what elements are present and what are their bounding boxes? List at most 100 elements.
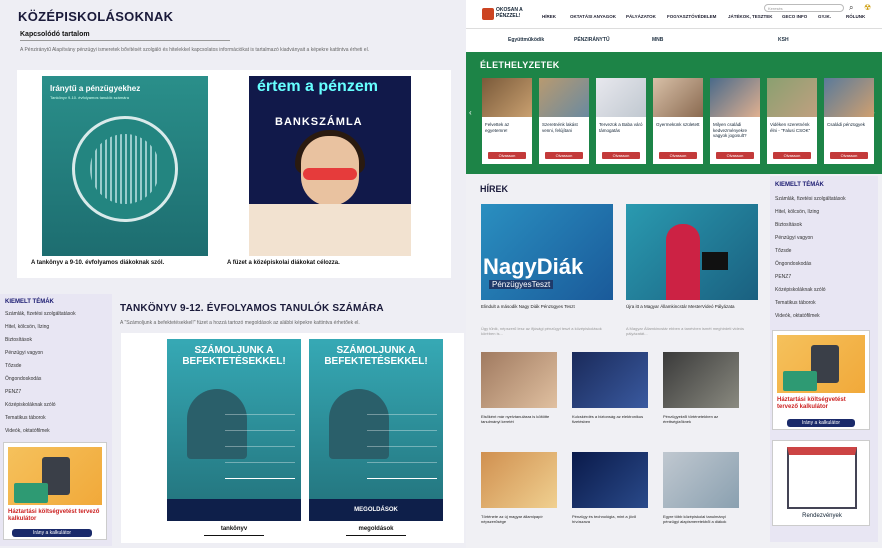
textbook-cover[interactable]: SZÁMOLJUNK A BEFEKTETÉSEKKEL! bbox=[167, 339, 301, 521]
solutions-cover[interactable]: SZÁMOLJUNK A BEFEKTETÉSEKKEL! MEGOLDÁSOK bbox=[309, 339, 443, 521]
person-image bbox=[666, 224, 700, 300]
news-title: HÍREK bbox=[480, 184, 509, 194]
calculator-banner[interactable]: Háztartási költségvetést tervező kalkulá… bbox=[772, 330, 870, 430]
card-text: Milyen családi kedvezményekre vagyok jog… bbox=[713, 122, 748, 138]
compass-pattern bbox=[90, 134, 160, 204]
nav-about[interactable]: RÓLUNK bbox=[846, 14, 865, 19]
sidebar-item[interactable]: Tematikus táborok bbox=[5, 415, 46, 421]
news-image[interactable] bbox=[663, 452, 739, 508]
book-iranytu-cover[interactable]: Iránytű a pénzügyekhez Tankönyv 9-10. év… bbox=[42, 76, 208, 256]
sidebar-item[interactable]: PENZ7 bbox=[775, 274, 791, 280]
accessibility-icon[interactable]: ☢ bbox=[864, 3, 871, 12]
life-card[interactable]: Vidéken szeretnénk élni - "Falusi CSOK" … bbox=[767, 78, 817, 164]
card-button[interactable]: Olvasson bbox=[830, 152, 868, 159]
sidebar-item[interactable]: Számlák, fizetési szolgáltatások bbox=[5, 311, 76, 317]
sidebar-item[interactable]: PENZ7 bbox=[5, 389, 21, 395]
card-button[interactable]: Olvasson bbox=[716, 152, 754, 159]
calculator-button[interactable]: Irány a kalkulátor bbox=[787, 419, 855, 427]
calculator-title: Háztartási költségvetést tervező kalkulá… bbox=[777, 397, 846, 410]
sidebar-item[interactable]: Biztosítások bbox=[5, 337, 32, 343]
partner-logo[interactable]: KSH bbox=[778, 37, 789, 43]
nav-consumer[interactable]: FOGYASZTÓVÉDELEM bbox=[667, 14, 716, 19]
card-button[interactable]: Olvasson bbox=[488, 152, 526, 159]
calculator-image bbox=[8, 447, 102, 505]
news-headline[interactable]: Pénzügy és technológia, mint a jövő hívó… bbox=[572, 514, 648, 524]
news-image[interactable] bbox=[626, 204, 758, 300]
nav-education[interactable]: OKTATÁSI ANYAGOK bbox=[570, 14, 616, 19]
life-card[interactable]: Családi pénzügyek Olvasson bbox=[824, 78, 874, 164]
card-image bbox=[767, 78, 817, 117]
card-image bbox=[653, 78, 703, 117]
book-gallery: Iránytű a pénzügyekhez Tankönyv 9-10. év… bbox=[17, 70, 451, 278]
card-button[interactable]: Olvasson bbox=[773, 152, 811, 159]
life-card[interactable]: Tervezük a Baba váró támogatás Olvasson bbox=[596, 78, 646, 164]
sunglasses-icon bbox=[303, 168, 357, 180]
sidebar-item[interactable]: Öngondoskodás bbox=[775, 261, 811, 267]
card-button[interactable]: Olvasson bbox=[602, 152, 640, 159]
nav-games[interactable]: JÁTÉKOK, TESZTEK bbox=[728, 14, 773, 19]
card-text: Felvettek az egyetemre! bbox=[485, 122, 510, 133]
life-card[interactable]: Gyermekünk született Olvasson bbox=[653, 78, 703, 164]
textbook-title: SZÁMOLJUNK A BEFEKTETÉSEKKEL! bbox=[182, 345, 286, 367]
news-image[interactable] bbox=[481, 452, 557, 508]
life-title: ÉLETHELYZETEK bbox=[480, 60, 560, 70]
sidebar-title: KIEMELT TÉMÁK bbox=[5, 299, 54, 305]
news-image[interactable] bbox=[481, 352, 557, 408]
solutions-link[interactable]: megoldások bbox=[309, 526, 443, 532]
site-logo[interactable]: OKOSAN A PÉNZZEL! bbox=[482, 6, 526, 22]
events-banner[interactable]: Rendezvények bbox=[772, 440, 870, 526]
news-overlay: NagyDiák bbox=[483, 254, 584, 279]
news-headline[interactable]: Története az új magyar államipapír népsz… bbox=[481, 514, 557, 524]
partner-logo[interactable]: PÉNZIRÁNYTŰ bbox=[574, 37, 610, 43]
news-headline[interactable]: Elsőként már nyelvtanulásra is költötte … bbox=[481, 414, 557, 424]
life-card[interactable]: Szeretnénk lakást venni, felújítani Olva… bbox=[539, 78, 589, 164]
card-image bbox=[482, 78, 532, 117]
news-overlay-sub: PénzügyesTeszt bbox=[489, 280, 554, 289]
chart-graphic bbox=[367, 399, 437, 479]
book-ertem-cover[interactable]: értem a pénzem BANKSZÁMLA bbox=[249, 76, 411, 256]
partner-logo[interactable]: MNB bbox=[652, 37, 663, 43]
sidebar-item[interactable]: Öngondoskodás bbox=[5, 376, 41, 382]
sidebar-item[interactable]: Számlák, fizetési szolgáltatások bbox=[775, 196, 846, 202]
nav-faq[interactable]: GY.IK. bbox=[818, 14, 831, 19]
news-headline[interactable]: Kulcskérdés a biztonság az elektronikus … bbox=[572, 414, 648, 424]
news-headline[interactable]: Egyre több középiskolai tanulmányi pénzü… bbox=[663, 514, 739, 524]
nav-tenders[interactable]: PÁLYÁZATOK bbox=[626, 14, 656, 19]
sidebar-item[interactable]: Videók, oktatófilmek bbox=[5, 428, 50, 434]
search-icon[interactable]: ⌕ bbox=[849, 3, 853, 13]
card-button[interactable]: Olvasson bbox=[545, 152, 583, 159]
news-headline[interactable]: Újra itt a Magyar Államkincstár MesterVi… bbox=[626, 304, 758, 309]
news-headline[interactable]: Elindult a második Nagy Diák Pénzügyes T… bbox=[481, 304, 613, 309]
sidebar-item[interactable]: Pénzügyi vagyon bbox=[775, 235, 813, 241]
textbook-link[interactable]: tankönyv bbox=[167, 526, 301, 532]
calculator-banner[interactable]: Háztartási költségvetést tervező kalkulá… bbox=[3, 442, 107, 540]
sidebar-item[interactable]: Biztosítások bbox=[775, 222, 802, 228]
sidebar-item[interactable]: Hitel, kölcsön, lízing bbox=[5, 324, 49, 330]
news-image[interactable] bbox=[572, 352, 648, 408]
sidebar-item[interactable]: Középiskoláknak szóló bbox=[775, 287, 826, 293]
card-text: Szeretnénk lakást venni, felújítani bbox=[542, 122, 578, 133]
search-input[interactable]: Keresés bbox=[764, 4, 844, 12]
nav-geco[interactable]: GECO INFO bbox=[782, 14, 807, 19]
sidebar-item[interactable]: Tematikus táborok bbox=[775, 300, 816, 306]
news-image[interactable] bbox=[572, 452, 648, 508]
chevron-left-icon[interactable]: ‹ bbox=[469, 108, 472, 117]
news-image[interactable] bbox=[663, 352, 739, 408]
life-card[interactable]: Milyen családi kedvezményekre vagyok jog… bbox=[710, 78, 760, 164]
intro-text: A Pénziránytű Alapítvány pénzügyi ismere… bbox=[20, 47, 370, 53]
card-button[interactable]: Olvasson bbox=[659, 152, 697, 159]
sidebar-item[interactable]: Hitel, kölcsön, lízing bbox=[775, 209, 819, 215]
sidebar-item[interactable]: Pénzügyi vagyon bbox=[5, 350, 43, 356]
partner-logo[interactable]: Együttműködik bbox=[508, 37, 544, 43]
sidebar-item[interactable]: Középiskoláknak szóló bbox=[5, 402, 56, 408]
sidebar-item[interactable]: Videók, oktatófilmek bbox=[775, 313, 820, 319]
life-card[interactable]: Felvettek az egyetemre! Olvasson bbox=[482, 78, 532, 164]
cover-footer bbox=[167, 499, 301, 521]
news-headline[interactable]: Pénzügyekről történetekben az érettségiz… bbox=[663, 414, 739, 424]
sidebar-item[interactable]: Tőzsde bbox=[5, 363, 21, 369]
news-image[interactable]: NagyDiák PénzügyesTeszt bbox=[481, 204, 613, 300]
nav-news[interactable]: HÍREK bbox=[542, 14, 556, 19]
sidebar-item[interactable]: Tőzsde bbox=[775, 248, 791, 254]
calculator-button[interactable]: Irány a kalkulátor bbox=[12, 529, 92, 537]
card-image bbox=[710, 78, 760, 117]
